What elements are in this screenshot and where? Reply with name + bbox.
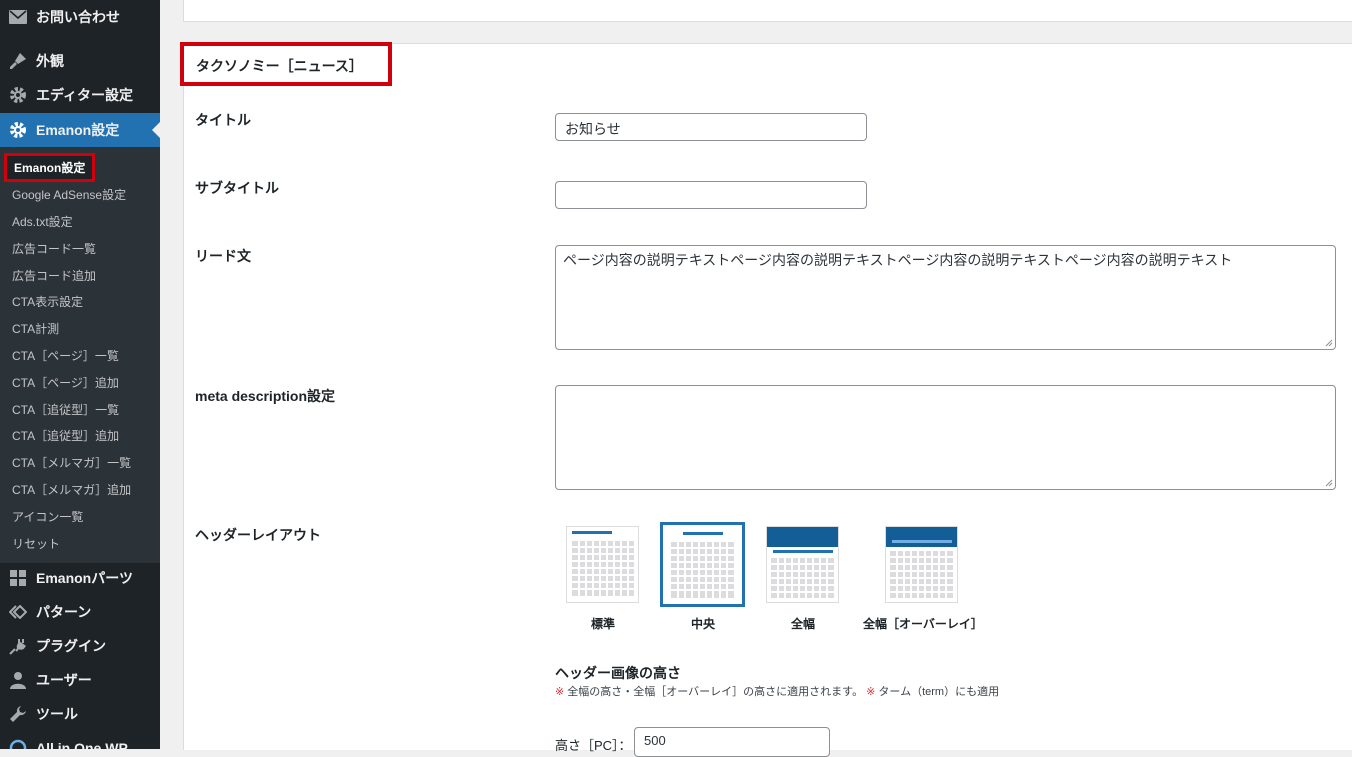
menu-label: ツール — [36, 706, 78, 722]
layout-overlay-icon — [886, 527, 957, 598]
submenu-item-cta-display[interactable]: CTA表示設定 — [12, 293, 83, 310]
submenu-item-ad-code-list[interactable]: 広告コード一覧 — [12, 240, 96, 257]
menu-item-tools[interactable]: ツール — [0, 697, 160, 731]
header-layout-label: ヘッダーレイアウト — [195, 527, 321, 543]
submenu-item-ads-txt[interactable]: Ads.txt設定 — [12, 213, 73, 230]
layout-center-thumb[interactable] — [660, 522, 745, 607]
title-input[interactable]: お知らせ — [555, 113, 867, 141]
resize-grip-icon[interactable] — [1325, 339, 1333, 347]
layout-fullwidth-label: 全幅 — [791, 617, 816, 631]
meta-description-label: meta description設定 — [195, 388, 336, 404]
brush-icon — [8, 51, 28, 71]
submenu-item-cta-measure[interactable]: CTA計測 — [12, 320, 59, 337]
layout-overlay-label: 全幅［オーバーレイ］ — [863, 617, 983, 631]
menu-label: ユーザー — [36, 672, 92, 688]
menu-label: パターン — [36, 604, 92, 620]
header-image-height-heading: ヘッダー画像の高さ — [555, 665, 681, 681]
layout-standard-thumb[interactable] — [566, 526, 639, 603]
menu-label: All in One WP — [36, 740, 128, 749]
menu-label: プラグイン — [36, 638, 106, 654]
submenu-item-ad-code-add[interactable]: 広告コード追加 — [12, 267, 96, 284]
submenu-item-cta-follow-add[interactable]: CTA［追従型］追加 — [12, 427, 119, 444]
layout-overlay-thumb[interactable] — [885, 526, 958, 603]
layout-center-label: 中央 — [691, 617, 716, 631]
menu-label: お問い合わせ — [36, 9, 120, 25]
wrench-icon — [8, 704, 28, 724]
plug-icon — [8, 636, 28, 656]
lead-textarea[interactable]: ページ内容の説明テキストページ内容の説明テキストページ内容の説明テキストページ内… — [555, 245, 1336, 350]
submenu-item-cta-mailmag-add[interactable]: CTA［メルマガ］追加 — [12, 481, 131, 498]
layout-center-icon — [671, 532, 734, 598]
admin-sidebar: お問い合わせ 外観 エディター設定 Emanon設定 Emanon設定 Goog… — [0, 0, 160, 749]
menu-item-users[interactable]: ユーザー — [0, 663, 160, 697]
section-title: タクソノミー［ニュース］ — [180, 42, 392, 86]
submenu-item-cta-page-list[interactable]: CTA［ページ］一覧 — [12, 347, 119, 364]
subtitle-label: サブタイトル — [195, 180, 279, 196]
layout-standard-icon — [572, 531, 634, 596]
submenu-item-cta-mailmag-list[interactable]: CTA［メルマガ］一覧 — [12, 454, 131, 471]
mail-icon — [8, 7, 28, 27]
menu-item-appearance[interactable]: 外観 — [0, 44, 160, 78]
header-image-height-note: ※ 全幅の高さ・全幅［オーバーレイ］の高さに適用されます。 ※ ターム（term… — [555, 683, 999, 699]
previous-panel — [183, 0, 1352, 22]
layout-fullwidth-icon — [767, 527, 838, 598]
note-text-2: ターム（term）にも適用 — [878, 686, 1000, 698]
subtitle-input[interactable] — [555, 181, 867, 209]
submenu-item-cta-follow-list[interactable]: CTA［追従型］一覧 — [12, 401, 119, 418]
grid-icon — [8, 568, 28, 588]
menu-item-emanon-parts[interactable]: Emanonパーツ — [0, 561, 160, 595]
menu-item-editor-settings[interactable]: エディター設定 — [0, 78, 160, 112]
menu-item-all-in-one-wp[interactable]: All in One WP — [0, 731, 160, 749]
submenu-item-reset[interactable]: リセット — [12, 535, 60, 552]
menu-label: エディター設定 — [36, 87, 134, 103]
submenu-item-emanon-settings[interactable]: Emanon設定 — [4, 153, 96, 182]
resize-grip-icon[interactable] — [1325, 479, 1333, 487]
menu-item-emanon-settings[interactable]: Emanon設定 — [0, 113, 160, 147]
menu-item-plugins[interactable]: プラグイン — [0, 629, 160, 663]
note-text-1: 全幅の高さ・全幅［オーバーレイ］の高さに適用されます。 — [567, 686, 864, 698]
submenu-item-cta-page-add[interactable]: CTA［ページ］追加 — [12, 374, 119, 391]
section-title-text: タクソノミー［ニュース］ — [196, 58, 363, 74]
title-label: タイトル — [195, 112, 251, 128]
diamond-icon — [8, 602, 28, 622]
height-pc-label: 高さ［PC］： — [555, 738, 632, 753]
menu-item-contact[interactable]: お問い合わせ — [0, 0, 160, 34]
note-mark: ※ — [555, 686, 565, 698]
submenu-item-icon-list[interactable]: アイコン一覧 — [12, 508, 83, 525]
layout-fullwidth-thumb[interactable] — [766, 526, 839, 603]
menu-label: Emanonパーツ — [36, 570, 133, 586]
layout-standard-label: 標準 — [591, 617, 616, 631]
submenu-item-adsense[interactable]: Google AdSense設定 — [12, 186, 126, 203]
meta-description-textarea[interactable] — [555, 385, 1336, 490]
menu-item-patterns[interactable]: パターン — [0, 595, 160, 629]
user-icon — [8, 670, 28, 690]
menu-label: Emanon設定 — [36, 122, 120, 138]
height-pc-input[interactable]: 500 — [634, 727, 830, 757]
shield-icon — [8, 738, 28, 749]
gear-icon — [8, 120, 28, 140]
note-mark: ※ — [866, 686, 876, 698]
lead-text: ページ内容の説明テキストページ内容の説明テキストページ内容の説明テキストページ内… — [563, 252, 1233, 268]
lead-label: リード文 — [195, 248, 251, 264]
gear-icon — [8, 85, 28, 105]
menu-label: 外観 — [36, 53, 64, 69]
